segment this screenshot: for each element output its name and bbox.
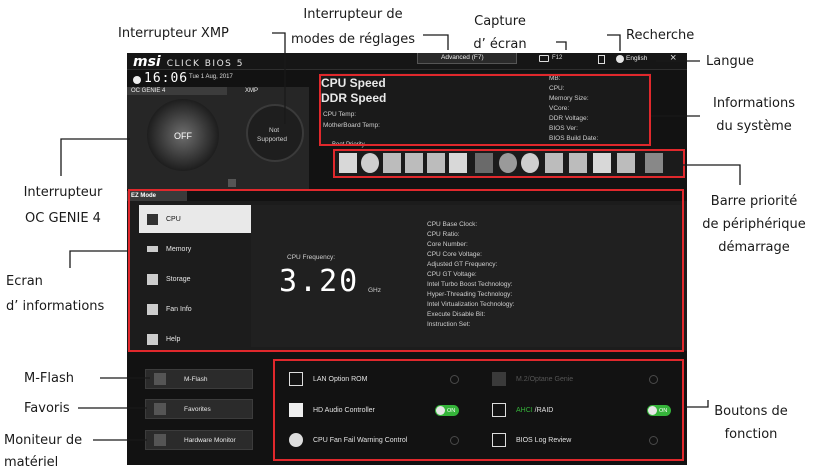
xmp-label: XMP <box>245 88 259 94</box>
bios-screen: msi CLICK BIOS 5 Advanced (F7) F12 Engli… <box>127 53 687 465</box>
logo-product: CLICK BIOS 5 <box>166 59 244 69</box>
oc-knob-state: OFF <box>174 131 192 141</box>
help-badge <box>228 179 236 187</box>
screenshot-key: F12 <box>552 55 563 61</box>
xmp-knob-state-2: Supported <box>257 136 287 143</box>
boot-priority-highlight <box>333 149 685 178</box>
language-select[interactable]: English <box>626 55 647 62</box>
callout-hwmon-line-1: Moniteur de <box>4 433 83 448</box>
close-icon[interactable]: × <box>670 53 676 64</box>
leader-info <box>69 250 127 268</box>
camera-icon[interactable] <box>539 55 549 62</box>
m-flash-icon <box>154 373 166 385</box>
callout-ocgenie: Interrupteur OC GENIE 4 <box>10 183 116 228</box>
callout-hwmon-line-2: matériel <box>4 455 59 470</box>
callout-info-screen-line-2: d’ informations <box>6 299 105 314</box>
callout-ocgenie-line-1: Interrupteur <box>23 185 103 200</box>
date: Tue 1 Aug, 2017 <box>189 74 233 80</box>
callout-mode-switch-line-2: modes de réglages <box>290 32 416 47</box>
search-icon[interactable] <box>598 55 605 64</box>
callout-function-buttons-line-1: Boutons de <box>714 404 788 419</box>
callout-info-screen-line-1: Ecran <box>6 274 43 289</box>
callout-mode-switch-line-1: Interrupteur de <box>303 7 403 22</box>
leader-ocgenie <box>60 138 130 176</box>
hardware-monitor-icon <box>154 434 166 446</box>
callout-sysinfo: Informations du système <box>700 94 808 136</box>
clock-icon <box>133 76 141 84</box>
callout-sysinfo-line-1: Informations <box>712 96 796 111</box>
callout-xmp-switch: Interrupteur XMP <box>118 26 229 41</box>
callout-info-screen: Ecran d’ informations <box>6 272 121 316</box>
info-screen-highlight <box>128 189 684 352</box>
callout-favorites: Favoris <box>24 401 70 416</box>
leader-screenshot <box>556 41 567 50</box>
time: 16:06 <box>144 71 189 86</box>
callout-mode-switch: Interrupteur de modes de réglages <box>283 5 423 49</box>
callout-ocgenie-line-2: OC GENIE 4 <box>25 211 101 226</box>
leader-mode <box>423 34 449 50</box>
callout-boot-line-3: démarrage <box>718 240 790 255</box>
callout-screenshot-line-1: Capture <box>474 14 526 29</box>
bios-logo: msi CLICK BIOS 5 <box>133 54 244 70</box>
callout-function-buttons-line-2: fonction <box>724 427 778 442</box>
callout-sysinfo-line-2: du système <box>716 119 792 134</box>
hardware-monitor-button[interactable]: Hardware Monitor <box>145 430 253 450</box>
globe-icon <box>616 55 624 63</box>
callout-hwmon: Moniteur de matériel <box>4 431 82 472</box>
callout-boot-line-1: Barre priorité <box>710 194 798 209</box>
callout-screenshot-line-2: d’ écran <box>473 37 527 52</box>
function-buttons-highlight <box>273 359 684 461</box>
favorites-label: Favorites <box>184 405 211 413</box>
leader-boot <box>683 164 741 185</box>
callout-screenshot: Capture d’ écran <box>465 12 535 54</box>
favorites-button[interactable]: Favorites <box>145 399 253 419</box>
oc-genie-label: OC GENIE 4 <box>131 88 166 94</box>
m-flash-button[interactable]: M-Flash <box>145 369 253 389</box>
hardware-monitor-label: Hardware Monitor <box>184 436 236 444</box>
system-info-highlight <box>319 74 651 146</box>
callout-language: Langue <box>706 54 754 69</box>
mode-tab-label: Advanced (F7) <box>441 54 484 61</box>
leader-search <box>607 34 621 51</box>
callout-function-buttons: Boutons de fonction <box>696 402 806 444</box>
callout-boot-line-2: de périphérique <box>702 217 806 232</box>
favorites-icon <box>154 403 166 415</box>
logo-brand: msi <box>133 54 161 70</box>
callout-search: Recherche <box>626 28 695 43</box>
callout-boot: Barre priorité de périphérique démarrage <box>693 192 815 257</box>
xmp-knob-state-1: Not <box>269 127 280 134</box>
m-flash-label: M-Flash <box>184 375 208 383</box>
callout-mflash: M-Flash <box>24 371 74 386</box>
